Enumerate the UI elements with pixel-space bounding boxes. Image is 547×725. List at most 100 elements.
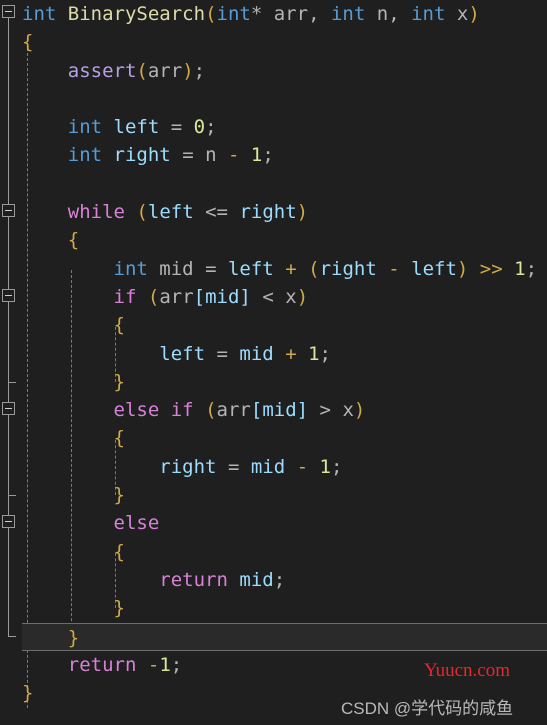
- code-token: left: [147, 201, 194, 224]
- code-token: =: [227, 455, 240, 478]
- code-token: int: [67, 144, 103, 167]
- code-token: arr: [159, 285, 194, 308]
- code-token: ): [468, 3, 480, 25]
- code-token: mid: [239, 568, 274, 591]
- code-token: x: [445, 3, 469, 25]
- code-token: (: [136, 59, 148, 82]
- code-token: mid: [239, 342, 274, 365]
- code-line[interactable]: else: [0, 509, 547, 537]
- code-token: n: [365, 3, 389, 25]
- code-token: =: [216, 342, 228, 365]
- code-token: -: [388, 257, 400, 280]
- code-token: mid: [159, 257, 194, 280]
- code-line[interactable]: {: [0, 226, 547, 254]
- code-token: }: [22, 682, 34, 705]
- code-line[interactable]: assert(arr);: [0, 57, 547, 85]
- code-token: 1: [159, 653, 171, 676]
- code-token: (: [205, 3, 217, 25]
- code-line[interactable]: [0, 85, 547, 113]
- code-line[interactable]: int mid = left + (right - left) >> 1;: [0, 255, 547, 283]
- code-line[interactable]: int BinarySearch(int* arr, int n, int x): [0, 0, 547, 28]
- code-token: int: [113, 257, 148, 280]
- code-token: 1: [319, 455, 331, 478]
- code-line[interactable]: int left = 0;: [0, 113, 547, 141]
- code-token: {: [67, 229, 80, 252]
- code-line[interactable]: int right = n - 1;: [0, 141, 547, 169]
- code-line[interactable]: {: [0, 538, 547, 566]
- code-token: }: [67, 626, 80, 649]
- code-token: {: [113, 540, 125, 563]
- code-token: right: [239, 201, 297, 224]
- code-token: x: [285, 285, 297, 308]
- code-token: right: [319, 257, 377, 280]
- code-token: int: [67, 116, 103, 139]
- code-token: }: [113, 370, 125, 393]
- code-line-current[interactable]: }: [3, 622, 547, 651]
- code-token: -: [228, 144, 240, 167]
- code-token: [: [250, 399, 263, 422]
- code-editor[interactable]: int BinarySearch(int* arr, int n, int x)…: [0, 0, 547, 725]
- code-line[interactable]: }: [0, 594, 547, 622]
- code-token: left: [113, 116, 160, 139]
- code-token: ;: [319, 342, 331, 365]
- code-line[interactable]: {: [0, 28, 547, 56]
- code-token: n: [205, 144, 217, 167]
- code-token: +: [285, 257, 297, 280]
- code-line[interactable]: right = mid - 1;: [0, 453, 547, 481]
- site-watermark: Yuucn.com: [424, 660, 511, 681]
- code-token: <: [262, 285, 274, 308]
- code-token: {: [113, 427, 125, 450]
- code-content[interactable]: int BinarySearch(int* arr, int n, int x)…: [0, 0, 547, 707]
- code-line[interactable]: left = mid + 1;: [0, 340, 547, 368]
- code-line[interactable]: }: [0, 481, 547, 509]
- code-line[interactable]: {: [0, 424, 547, 452]
- code-line[interactable]: if (arr[mid] < x): [0, 283, 547, 311]
- code-token: left: [159, 342, 206, 365]
- code-token: ;: [273, 568, 286, 591]
- code-token: =: [182, 144, 194, 167]
- code-token: {: [22, 31, 34, 54]
- code-token: ;: [170, 653, 183, 676]
- code-line[interactable]: [0, 170, 547, 198]
- code-token: }: [113, 597, 125, 620]
- code-token: int: [330, 3, 366, 25]
- code-line[interactable]: return mid;: [0, 566, 547, 594]
- code-token: ;: [525, 257, 538, 280]
- code-token: left: [411, 257, 457, 280]
- code-token: ;: [193, 59, 206, 82]
- code-line[interactable]: while (left <= right): [0, 198, 547, 226]
- code-token: int: [216, 3, 251, 25]
- code-line[interactable]: }: [0, 368, 547, 396]
- code-line[interactable]: {: [0, 311, 547, 339]
- code-token: right: [159, 455, 217, 478]
- code-line[interactable]: else if (arr[mid] > x): [0, 396, 547, 424]
- code-token: ): [456, 257, 469, 280]
